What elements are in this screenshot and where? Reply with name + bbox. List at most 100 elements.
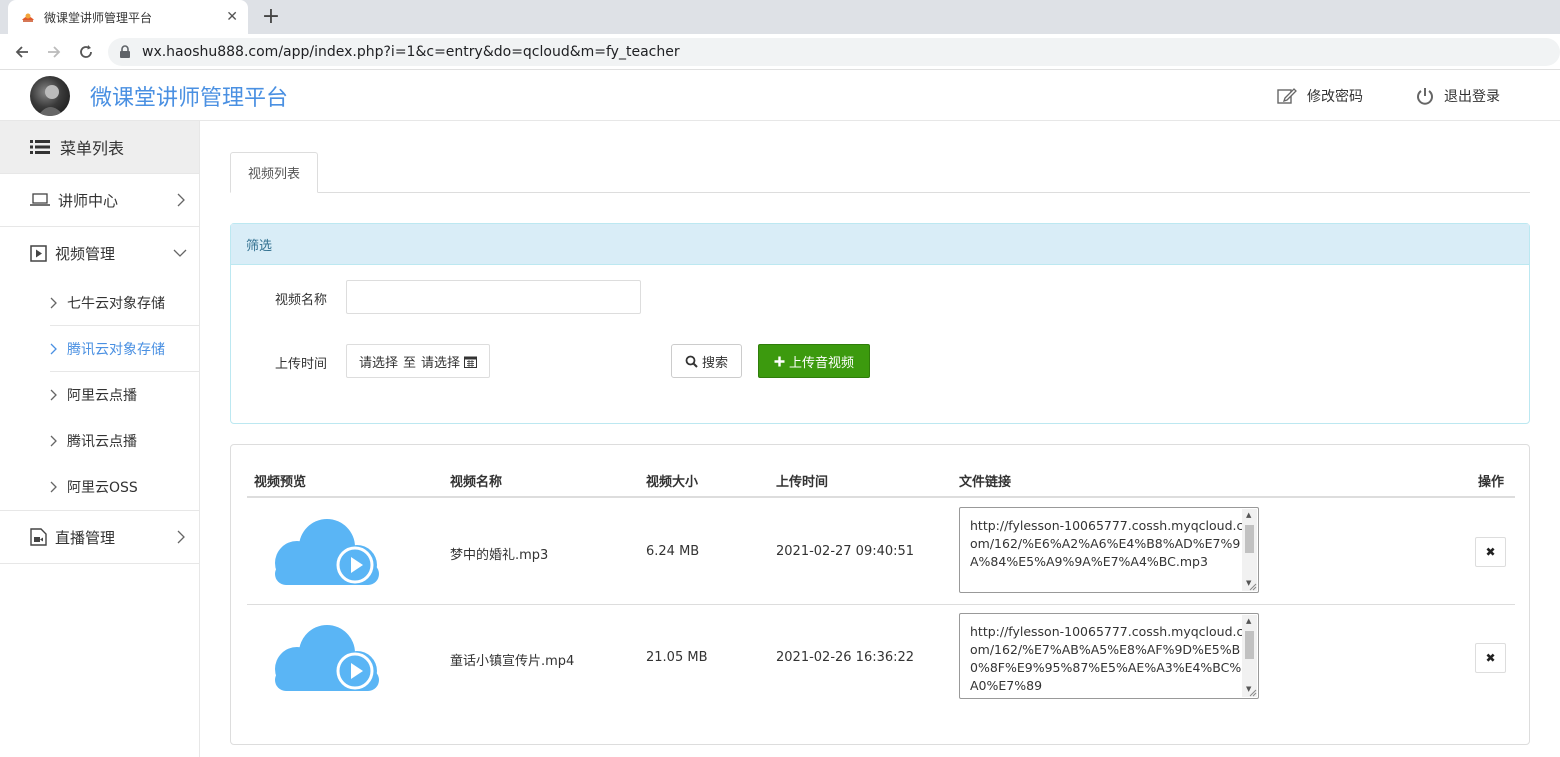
column-header: 操作	[1478, 475, 1505, 490]
delete-button[interactable]: ✖	[1475, 643, 1506, 673]
change-password-link[interactable]: 修改密码	[1277, 86, 1363, 106]
search-button-label: 搜索	[701, 355, 728, 371]
cloud-play-icon[interactable]	[275, 621, 379, 697]
content-tabs: 视频列表	[230, 152, 1530, 193]
sidebar-item-label: 视频管理	[55, 245, 116, 263]
change-password-label: 修改密码	[1307, 89, 1363, 105]
video-size-cell: 6.24 MB	[646, 544, 700, 559]
chevron-right-icon	[50, 389, 57, 401]
lock-icon	[120, 45, 130, 58]
play-square-icon	[30, 245, 47, 262]
sidebar-item-label: 讲师中心	[58, 191, 119, 210]
sidebar-subitem-label: 阿里云OSS	[67, 480, 138, 496]
upload-time-label: 上传时间	[275, 357, 328, 372]
sidebar-subitem-label: 腾讯云对象存储	[67, 342, 165, 358]
textarea-scrollbar[interactable]: ▲ ▼	[1242, 509, 1257, 591]
video-name-input[interactable]	[346, 280, 641, 314]
resize-handle-icon[interactable]	[1249, 689, 1257, 697]
search-icon	[685, 355, 698, 368]
textarea-scrollbar[interactable]: ▲ ▼	[1242, 615, 1257, 697]
sidebar-subitem-tencent-vod[interactable]: 腾讯云点播	[0, 418, 199, 464]
video-name-label: 视频名称	[275, 293, 328, 308]
chevron-right-icon	[50, 435, 57, 447]
sidebar-subitem-aliyun-oss[interactable]: 阿里云OSS	[0, 464, 199, 510]
back-icon[interactable]	[6, 34, 38, 70]
upload-button-label: 上传音视频	[788, 355, 854, 371]
cloud-play-icon[interactable]	[275, 515, 379, 591]
upload-time-cell: 2021-02-26 16:36:22	[776, 650, 915, 665]
filter-panel: 筛选 视频名称 上传时间 请选择 至 请选择 搜索 上传音视频	[230, 223, 1530, 424]
plus-icon	[774, 356, 785, 366]
brand-title[interactable]: 微课堂讲师管理平台	[90, 80, 288, 112]
edit-icon	[1277, 88, 1297, 104]
app-header: 微课堂讲师管理平台 修改密码 退出登录	[0, 70, 1560, 121]
favicon-icon	[22, 13, 34, 22]
new-tab-icon[interactable]: +	[260, 4, 282, 30]
address-bar[interactable]: wx.haoshu888.com/app/index.php?i=1&c=ent…	[108, 38, 1560, 66]
resize-handle-icon[interactable]	[1249, 583, 1257, 591]
delete-button[interactable]: ✖	[1475, 537, 1506, 567]
avatar	[30, 76, 70, 116]
chevron-right-icon	[177, 530, 185, 544]
sidebar-subitem-qiniu[interactable]: 七牛云对象存储	[0, 280, 199, 326]
column-header: 文件链接	[959, 475, 1012, 490]
browser-tab[interactable]: 微课堂讲师管理平台 ✕	[8, 0, 248, 34]
column-header: 视频大小	[646, 475, 699, 490]
reload-icon[interactable]	[70, 34, 102, 70]
sidebar-subitem-label: 腾讯云点播	[67, 434, 137, 450]
video-submenu: 七牛云对象存储 腾讯云对象存储 阿里云点播 腾讯云点播 阿里云OSS	[0, 280, 199, 511]
table-header: 视频预览 视频名称 视频大小 上传时间 文件链接 操作	[247, 467, 1515, 498]
file-link-text: http://fylesson-10065777.cossh.myqcloud.…	[970, 518, 1244, 569]
column-header: 视频名称	[450, 475, 503, 490]
video-name-cell: 梦中的婚礼.mp3	[450, 548, 549, 563]
sidebar-item-label: 直播管理	[55, 528, 116, 547]
tab-video-list[interactable]: 视频列表	[230, 152, 318, 193]
chevron-down-icon	[173, 249, 187, 257]
date-start: 请选择	[359, 355, 399, 371]
search-button[interactable]: 搜索	[671, 344, 742, 378]
chevron-right-icon	[50, 343, 57, 355]
close-tab-icon[interactable]: ✕	[226, 9, 238, 25]
sidebar-item-teacher-center[interactable]: 讲师中心	[0, 174, 199, 227]
upload-media-button[interactable]: 上传音视频	[758, 344, 870, 378]
video-table-panel: 视频预览 视频名称 视频大小 上传时间 文件链接 操作 梦中的婚礼.mp3 6.…	[230, 444, 1530, 745]
upload-time-cell: 2021-02-27 09:40:51	[776, 544, 915, 559]
browser-tabbar: 微课堂讲师管理平台 ✕ +	[0, 0, 1560, 34]
date-end: 请选择	[421, 355, 461, 371]
url-text: wx.haoshu888.com/app/index.php?i=1&c=ent…	[142, 44, 680, 60]
file-link-text: http://fylesson-10065777.cossh.myqcloud.…	[970, 624, 1244, 693]
chevron-right-icon	[50, 297, 57, 309]
sidebar-subitem-label: 七牛云对象存储	[67, 296, 165, 312]
chevron-right-icon	[50, 481, 57, 493]
filter-heading: 筛选	[231, 224, 1529, 265]
column-header: 上传时间	[776, 475, 829, 490]
file-link-textarea[interactable]: http://fylesson-10065777.cossh.myqcloud.…	[959, 507, 1259, 593]
sidebar: 菜单列表 讲师中心 视频管理 七牛云对象存储 腾讯云对象存储 阿里云点播 腾讯云	[0, 121, 200, 757]
sidebar-item-live-management[interactable]: 直播管理	[0, 511, 199, 564]
scroll-thumb[interactable]	[1245, 631, 1254, 659]
sidebar-subitem-aliyun-vod[interactable]: 阿里云点播	[0, 372, 199, 418]
date-separator: 至	[403, 355, 417, 371]
logout-link[interactable]: 退出登录	[1416, 86, 1500, 106]
sidebar-item-video-management[interactable]: 视频管理	[0, 227, 199, 280]
scroll-up-icon[interactable]: ▲	[1246, 511, 1251, 519]
browser-toolbar: wx.haoshu888.com/app/index.php?i=1&c=ent…	[0, 34, 1560, 70]
sidebar-subitem-tencent-cos[interactable]: 腾讯云对象存储	[0, 326, 199, 372]
video-file-icon	[30, 528, 47, 546]
file-link-textarea[interactable]: http://fylesson-10065777.cossh.myqcloud.…	[959, 613, 1259, 699]
tab-title: 微课堂讲师管理平台	[44, 10, 153, 25]
table-row: 梦中的婚礼.mp3 6.24 MB 2021-02-27 09:40:51 ht…	[247, 499, 1515, 605]
logout-label: 退出登录	[1444, 89, 1500, 105]
sidebar-subitem-label: 阿里云点播	[67, 388, 137, 404]
forward-icon[interactable]	[38, 34, 70, 70]
power-icon	[1417, 88, 1433, 105]
list-icon	[30, 140, 50, 154]
column-header: 视频预览	[254, 475, 307, 490]
laptop-icon	[30, 193, 50, 206]
scroll-thumb[interactable]	[1245, 525, 1254, 553]
calendar-icon	[464, 356, 478, 368]
date-range-picker[interactable]: 请选择 至 请选择	[346, 344, 491, 378]
video-name-cell: 童话小镇宣传片.mp4	[450, 654, 575, 669]
chevron-right-icon	[177, 193, 185, 207]
scroll-up-icon[interactable]: ▲	[1246, 617, 1251, 625]
